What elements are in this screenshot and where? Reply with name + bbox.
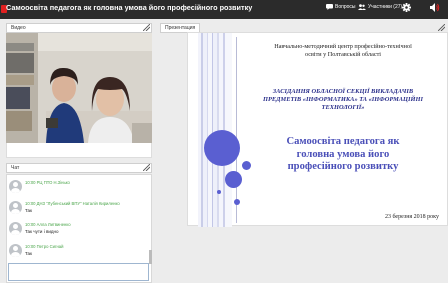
decor-circle [225,171,242,188]
questions-label: Вопросы [335,4,356,10]
chat-message: 10:00 Алла Литвиненко Так чути і видно [9,220,149,238]
top-bar: Самоосвіта педагога як головна умова йог… [0,0,448,19]
chat-message-meta: 10:00 Петро Сигнай [25,244,64,249]
presentation-slide: Навчально-методичний центр професійно-те… [187,32,448,227]
participants-label: Участники (27) [368,4,403,10]
presentation-tab-label: Презентация [165,25,196,31]
expand-video-icon[interactable] [143,24,150,31]
expand-presentation-icon[interactable] [438,24,445,31]
avatar-icon [9,180,22,193]
chat-message-meta: 10:00 ДНЗ "Лубенський ВПУ" Наталія Кирил… [25,201,120,206]
settings-button[interactable] [402,3,411,12]
chat-message: 10:00 РЦ ПТО Н.Зінько [9,178,149,196]
expand-chat-icon[interactable] [143,164,150,171]
participants-icon [358,4,366,10]
slide-date: 23 березня 2018 року [384,214,439,220]
chat-message-text: Так [25,208,33,213]
webinar-title: Самоосвіта педагога як головна умова йог… [6,3,253,12]
audio-button[interactable] [430,3,440,12]
slide-meeting-title: ЗАСІДАННЯ ОБЛАСНОЇ СЕКЦІЇ ВИКЛАДАЧІВ ПРЕ… [263,88,423,111]
chat-message-text: Так [25,251,33,256]
chat-message-text: Так чути і видно [25,229,59,234]
avatar-icon [9,201,22,214]
avatar-icon [9,222,22,235]
video-tab-label: Видео [11,25,26,31]
slide-divider [236,37,237,223]
tab-video[interactable]: Видео [6,23,152,33]
decor-circle [217,190,221,194]
chat-message: 10:00 Петро Сигнай Так [9,242,149,260]
chat-message-meta: 10:00 Алла Литвиненко [25,222,71,227]
video-footer [6,143,152,158]
decor-circle [204,130,240,166]
webcam-scene [6,33,152,143]
webcam-video [6,33,152,143]
chat-bubble-icon [326,4,333,10]
chat-message: 10:00 ДНЗ "Лубенський ВПУ" Наталія Кирил… [9,199,149,217]
avatar-icon [9,244,22,257]
gear-icon [402,3,411,12]
slide-organization: Навчально-методичний центр професійно-те… [274,43,412,58]
speaker-icon [430,3,440,12]
participants-button[interactable]: Участники (27) [358,4,402,10]
chat-tab-label: Чат [11,165,20,171]
tab-chat[interactable]: Чат [6,163,152,173]
chat-input[interactable] [8,263,149,281]
decor-circle [234,199,240,205]
chat-message-meta: 10:00 РЦ ПТО Н.Зінько [25,180,70,185]
questions-button[interactable]: Вопросы [326,4,355,10]
slide-title: Самоосвіта педагога як головна умова йог… [286,136,400,172]
chat-scrollbar[interactable] [149,250,152,264]
